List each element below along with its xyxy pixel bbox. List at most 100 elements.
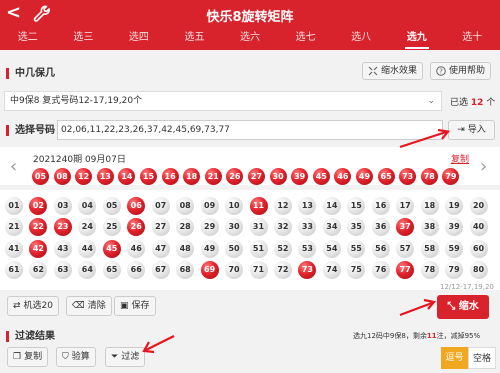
grid-number-ball[interactable]: 55: [347, 239, 366, 258]
grid-number-ball[interactable]: 71: [249, 261, 268, 280]
tab-select-7[interactable]: 选七: [278, 28, 334, 50]
grid-number-ball[interactable]: 31: [249, 218, 268, 237]
tab-select-5[interactable]: 选五: [167, 28, 223, 50]
random-pick-button[interactable]: ⇄ 机选20: [7, 296, 59, 316]
grid-number-ball[interactable]: 12: [273, 197, 292, 215]
grid-number-ball[interactable]: 50: [225, 239, 244, 258]
grid-number-ball[interactable]: 63: [53, 261, 72, 280]
grid-date: 12/12-17,19,20: [440, 283, 494, 291]
verify-button[interactable]: ⛉ 验算: [56, 347, 96, 367]
import-button[interactable]: ⇥ 导入: [448, 120, 495, 140]
draw-period: 2021240期 09月07日: [33, 155, 126, 165]
separator-space-option[interactable]: 空格: [468, 347, 496, 369]
chevron-right-icon[interactable]: ›: [480, 157, 487, 177]
grid-number-ball[interactable]: 74: [322, 261, 341, 280]
page-title: 快乐8旋转矩阵: [206, 10, 294, 25]
grid-number-ball[interactable]: 29: [200, 218, 219, 237]
grid-number-ball[interactable]: 19: [445, 197, 464, 215]
selected-count: 已选 12 个: [450, 95, 495, 108]
grid-number-ball[interactable]: 20: [469, 197, 488, 215]
grid-number-ball[interactable]: 51: [249, 239, 268, 258]
grid-number-ball[interactable]: 56: [371, 239, 390, 258]
tab-select-4[interactable]: 选四: [111, 28, 167, 50]
shrink-button-icon: ⤡: [447, 301, 456, 312]
shrink-icon: [368, 66, 378, 76]
grid-number-ball[interactable]: 10: [225, 197, 244, 215]
shrink-effect-label: 缩水效果: [381, 66, 418, 76]
grid-number-ball[interactable]: 65: [102, 261, 121, 280]
copy-icon: ❐: [13, 352, 22, 362]
filter-summary: 选九12码中9保8，剩余11注，减掉95%: [353, 331, 480, 341]
annotation-arrow-shrink: [399, 298, 437, 317]
grid-number-ball[interactable]: 48: [176, 239, 195, 258]
grid-number-ball[interactable]: 40: [469, 218, 488, 237]
grid-number-ball[interactable]: 49: [200, 239, 219, 258]
svg-text:?: ?: [439, 68, 443, 76]
draw-number-ball: 78: [420, 168, 438, 185]
tab-select-2[interactable]: 选二: [0, 28, 56, 50]
draw-number-ball: 27: [248, 168, 265, 185]
grid-number-ball[interactable]: 60: [469, 239, 488, 258]
draw-number-ball: 15: [140, 168, 157, 185]
help-button[interactable]: ? 使用帮助: [430, 62, 492, 80]
copy-results-button[interactable]: ❐ 复制: [7, 347, 49, 367]
selected-count-value: 12: [470, 98, 484, 108]
shuffle-icon: ⇄: [13, 301, 21, 311]
grid-number-ball[interactable]: 07: [151, 197, 170, 215]
grid-number-ball[interactable]: 54: [322, 239, 341, 258]
selected-count-prefix: 已选: [450, 98, 469, 108]
grid-number-ball[interactable]: 80: [469, 261, 488, 280]
copy-draw-link[interactable]: 复制: [451, 152, 469, 165]
selected-count-suffix: 个: [486, 98, 496, 108]
grid-number-ball[interactable]: 43: [53, 239, 72, 258]
separator-comma-option[interactable]: 逗号: [441, 347, 468, 369]
shrink-button[interactable]: ⤡ 缩水: [437, 295, 489, 319]
grid-number-ball[interactable]: 05: [102, 197, 121, 215]
grid-number-ball[interactable]: 03: [53, 197, 72, 215]
grid-number-ball[interactable]: 69: [200, 261, 219, 280]
shrink-effect-button[interactable]: 缩水效果: [362, 62, 424, 80]
picked-numbers-input[interactable]: 02,06,11,22,23,26,37,42,45,69,73,77: [57, 120, 443, 140]
grid-number-ball[interactable]: 16: [371, 197, 390, 215]
clear-button[interactable]: ⌫ 清除: [66, 296, 112, 316]
grid-number-ball[interactable]: 41: [5, 239, 23, 258]
guarantee-select[interactable]: 中9保8 复式号码12-17,19,20个 ⌄: [4, 91, 442, 111]
annotation-arrow-filter: [142, 335, 175, 354]
grid-number-ball[interactable]: 09: [200, 197, 219, 215]
section-title-pick: 选择号码: [6, 125, 55, 136]
import-icon: ⇥: [457, 125, 465, 135]
grid-number-ball[interactable]: 46: [127, 239, 146, 258]
grid-number-ball[interactable]: 14: [322, 197, 341, 215]
eraser-icon: ⌫: [72, 301, 85, 311]
grid-number-ball[interactable]: 11: [249, 197, 268, 215]
grid-number-ball[interactable]: 45: [102, 239, 121, 258]
grid-number-ball[interactable]: 78: [420, 261, 439, 280]
filter-button[interactable]: ⏷ 过滤: [105, 347, 146, 367]
save-label: 保存: [131, 301, 150, 311]
grid-number-ball[interactable]: 47: [151, 239, 170, 258]
grid-number-ball[interactable]: 57: [396, 239, 415, 258]
grid-number-ball[interactable]: 59: [445, 239, 464, 258]
grid-number-ball[interactable]: 01: [5, 197, 23, 215]
chevron-left-icon[interactable]: ‹: [10, 157, 17, 177]
tab-select-3[interactable]: 选三: [56, 28, 112, 50]
grid-number-ball[interactable]: 67: [151, 261, 170, 280]
filter-summary-suffix: 注，减掉95%: [436, 332, 481, 340]
draw-number-ball: 13: [96, 168, 114, 185]
draw-number-ball: 49: [356, 168, 373, 185]
grid-number-ball[interactable]: 38: [420, 218, 439, 237]
grid-number-ball[interactable]: 18: [420, 197, 439, 215]
grid-number-ball[interactable]: 72: [273, 261, 292, 280]
filter-icon: ⏷: [111, 352, 119, 362]
tab-select-8[interactable]: 选八: [333, 28, 389, 50]
grid-number-ball[interactable]: 52: [273, 239, 292, 258]
tab-select-9[interactable]: 选九: [389, 28, 445, 50]
draw-number-ball: 45: [312, 168, 330, 185]
save-button[interactable]: ▣ 保存: [114, 296, 156, 316]
tab-select-10[interactable]: 选十: [445, 28, 500, 50]
grid-number-ball[interactable]: 76: [371, 261, 390, 280]
grid-number-ball[interactable]: 27: [151, 218, 170, 237]
tab-select-6[interactable]: 选六: [222, 28, 278, 50]
grid-number-ball[interactable]: 58: [420, 239, 439, 258]
draw-number-ball: 65: [377, 168, 395, 185]
